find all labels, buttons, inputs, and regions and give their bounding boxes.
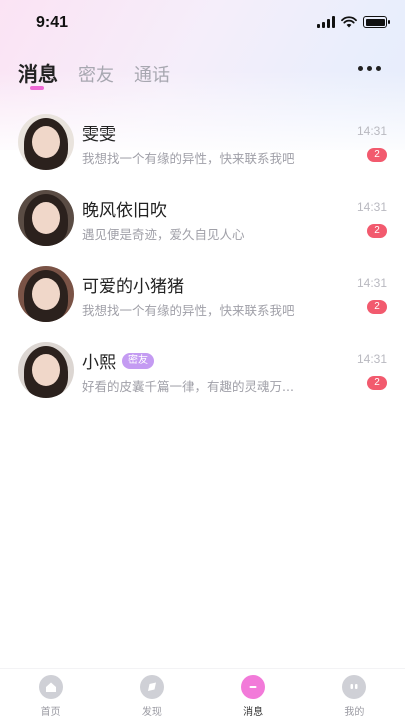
- more-dot-icon: [367, 66, 372, 71]
- unread-count-badge: 2: [367, 300, 387, 314]
- message-time: 14:31: [356, 276, 387, 290]
- nav-messages[interactable]: 消息: [213, 669, 293, 720]
- contact-name-text: 小熙: [82, 353, 116, 373]
- avatar-face: [32, 202, 60, 234]
- battery-icon: [363, 16, 390, 28]
- tab-messages-label: 消息: [18, 62, 58, 86]
- tab-bar: 消息 密友 通话: [18, 58, 170, 90]
- contact-name-text: 可爱的小猪猪: [82, 277, 184, 297]
- conversation-item[interactable]: 雯雯 我想找一个有缘的异性，快来联系我吧 14:31 2: [0, 108, 405, 184]
- more-dot-icon: [358, 66, 363, 71]
- message-preview: 我想找一个有缘的异性，快来联系我吧: [82, 151, 295, 166]
- status-time: 9:41: [36, 14, 69, 31]
- bottom-navigation: 首页 发现 消息 我的: [0, 668, 405, 720]
- nav-profile-label: 我的: [344, 707, 365, 718]
- message-preview: 我想找一个有缘的异性，快来联系我吧: [82, 303, 295, 318]
- avatar-face: [32, 354, 60, 386]
- discover-icon: [139, 675, 164, 699]
- nav-home[interactable]: 首页: [11, 669, 91, 720]
- avatar[interactable]: [18, 114, 74, 170]
- home-icon: [38, 675, 63, 699]
- nav-messages-label: 消息: [243, 707, 264, 718]
- nav-home-label: 首页: [40, 707, 61, 718]
- message-time: 14:31: [356, 124, 387, 138]
- close-friend-badge: 密友: [122, 352, 154, 369]
- tab-close-friends-label: 密友: [78, 65, 114, 86]
- more-dot-icon: [376, 66, 381, 71]
- unread-count-badge: 2: [367, 148, 387, 162]
- wifi-icon: [341, 16, 357, 28]
- avatar[interactable]: [18, 266, 74, 322]
- status-icons: [317, 16, 390, 28]
- conversation-item[interactable]: 可爱的小猪猪 我想找一个有缘的异性，快来联系我吧 14:31 2: [0, 260, 405, 336]
- message-preview: 遇见便是奇迹，爱久自见人心: [82, 227, 245, 242]
- tab-calls[interactable]: 通话: [134, 61, 170, 87]
- tab-messages[interactable]: 消息: [18, 58, 58, 90]
- avatar[interactable]: [18, 342, 74, 398]
- tab-close-friends[interactable]: 密友: [78, 61, 114, 87]
- avatar-face: [32, 126, 60, 158]
- nav-discover-label: 发现: [141, 707, 162, 718]
- contact-name: 雯雯: [82, 120, 116, 145]
- message-time: 14:31: [356, 352, 387, 366]
- nav-discover[interactable]: 发现: [112, 669, 192, 720]
- status-bar: 9:41: [0, 0, 405, 46]
- contact-name-text: 晚风依旧吹: [82, 201, 167, 221]
- active-tab-indicator: [30, 86, 44, 90]
- contact-name: 可爱的小猪猪: [82, 272, 184, 297]
- avatar[interactable]: [18, 190, 74, 246]
- conversation-list: 雯雯 我想找一个有缘的异性，快来联系我吧 14:31 2 晚风依旧吹 遇见便是奇…: [0, 108, 405, 412]
- contact-name-text: 雯雯: [82, 125, 116, 145]
- nav-profile[interactable]: 我的: [314, 669, 394, 720]
- more-options-button[interactable]: [354, 62, 385, 75]
- contact-name: 小熙 密友: [82, 348, 154, 373]
- contact-name: 晚风依旧吹: [82, 196, 167, 221]
- message-time: 14:31: [356, 200, 387, 214]
- tab-calls-label: 通话: [134, 65, 170, 86]
- profile-icon: [342, 675, 367, 699]
- conversation-item[interactable]: 晚风依旧吹 遇见便是奇迹，爱久自见人心 14:31 2: [0, 184, 405, 260]
- cellular-signal-icon: [317, 16, 335, 28]
- unread-count-badge: 2: [367, 224, 387, 238]
- message-preview: 好看的皮囊千篇一律，有趣的灵魂万...: [82, 379, 294, 394]
- conversation-item[interactable]: 小熙 密友 好看的皮囊千篇一律，有趣的灵魂万... 14:31 2: [0, 336, 405, 412]
- message-icon: [241, 675, 266, 699]
- unread-count-badge: 2: [367, 376, 387, 390]
- avatar-face: [32, 278, 60, 310]
